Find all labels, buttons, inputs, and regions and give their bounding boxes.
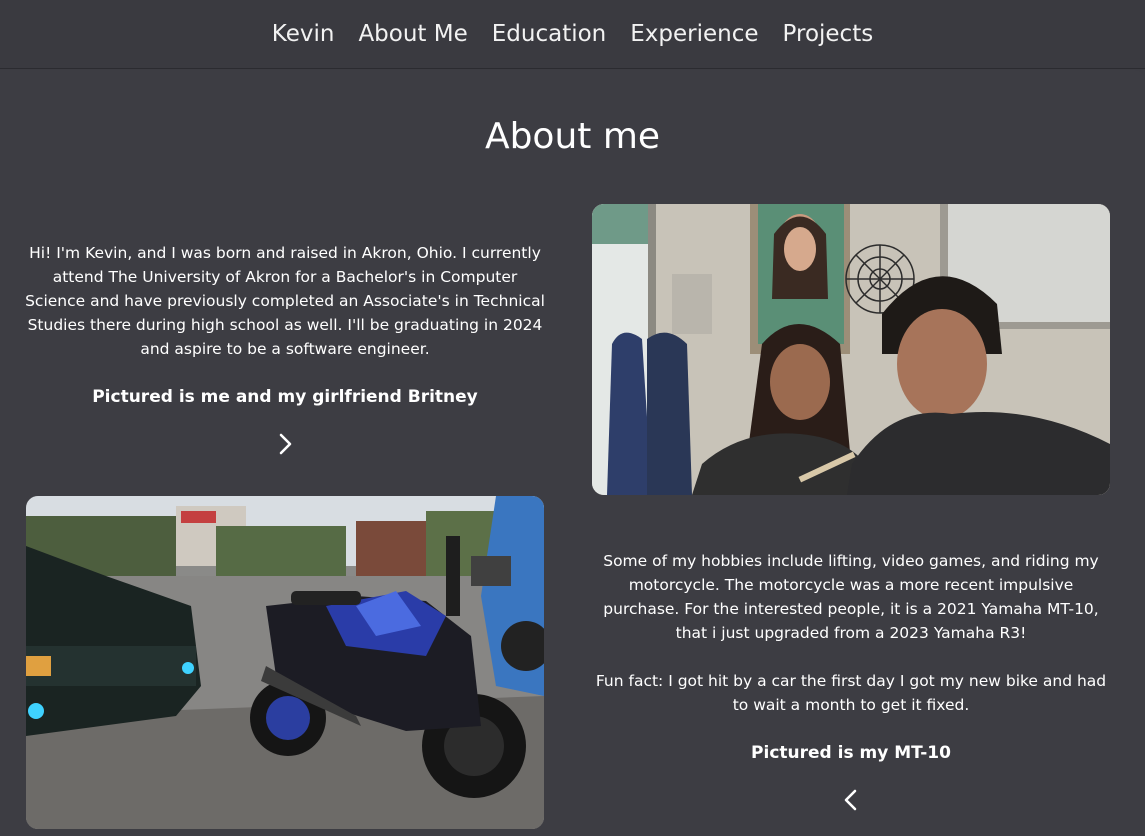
page-title: About me (484, 116, 661, 157)
hobbies-paragraph: Some of my hobbies include lifting, vide… (603, 552, 1099, 642)
chevron-left-icon[interactable] (839, 788, 863, 812)
nav-link-education[interactable]: Education (480, 21, 619, 47)
nav-link-experience[interactable]: Experience (618, 21, 770, 47)
nav-link-about-me[interactable]: About Me (346, 21, 479, 47)
chevron-right-icon[interactable] (273, 432, 297, 456)
nav-link-kevin[interactable]: Kevin (260, 21, 347, 47)
motorcycle-photo (26, 496, 544, 829)
couple-photo (592, 204, 1110, 495)
nav-link-projects[interactable]: Projects (771, 21, 886, 47)
top-navigation: Kevin About Me Education Experience Proj… (0, 0, 1145, 69)
fun-fact-paragraph: Fun fact: I got hit by a car the first d… (595, 672, 1107, 714)
intro-paragraph: Hi! I'm Kevin, and I was born and raised… (25, 244, 545, 358)
girlfriend-photo-caption: Pictured is me and my girlfriend Britney (92, 387, 478, 407)
motorcycle-photo-caption: Pictured is my MT-10 (751, 743, 951, 763)
